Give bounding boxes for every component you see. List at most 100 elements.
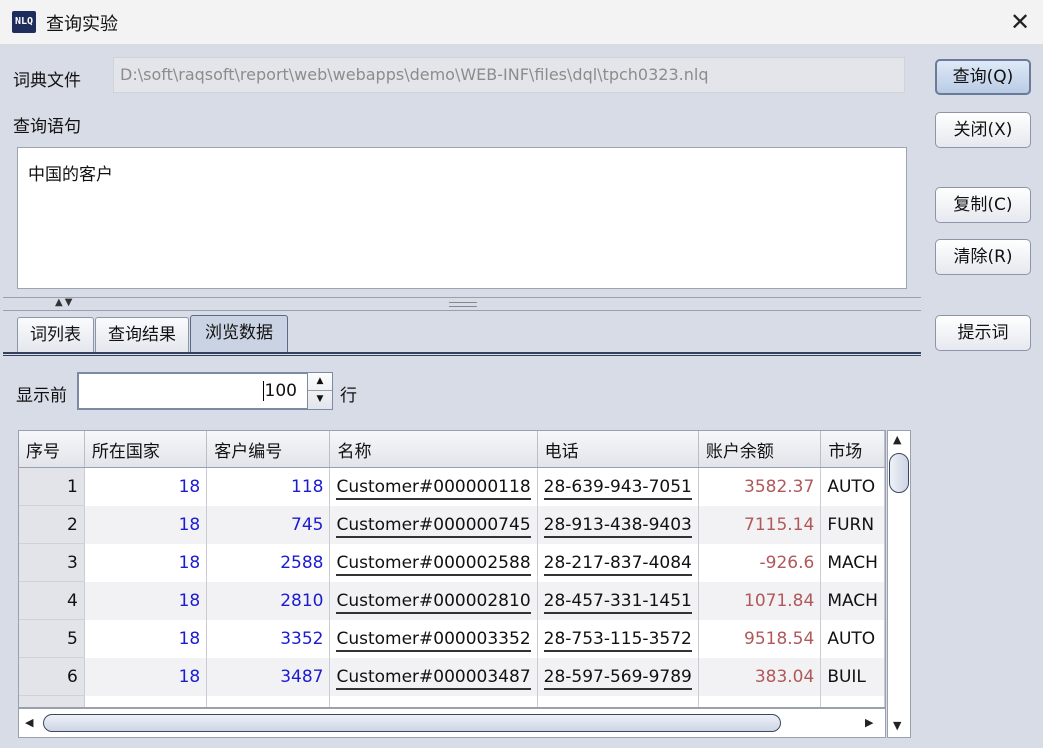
phone-cell[interactable]: 28-639-943-7051 xyxy=(537,467,699,506)
row-count-input[interactable]: 100 xyxy=(77,372,309,410)
clear-button[interactable]: 清除(R) xyxy=(935,239,1031,275)
horizontal-scrollbar[interactable]: ◀ ▶ xyxy=(18,708,886,738)
name-text: Customer#000003487 xyxy=(336,666,531,690)
spin-up-icon[interactable]: ▲ xyxy=(308,373,332,391)
row-index-cell[interactable]: 3 xyxy=(19,543,85,582)
phone-cell[interactable]: 28-597-569-9789 xyxy=(537,657,699,696)
query-label: 查询语句 xyxy=(13,117,81,137)
name-cell[interactable]: Customer#000003487 xyxy=(329,657,538,696)
name-cell[interactable]: Customer#000002588 xyxy=(329,543,538,582)
row-index-cell[interactable]: 6 xyxy=(19,657,85,696)
market-cell[interactable]: FURN xyxy=(820,505,885,544)
balance-cell[interactable]: 9518.54 xyxy=(698,619,822,658)
balance-cell[interactable]: 1071.84 xyxy=(698,581,822,620)
phone-cell[interactable]: 28-217-837-4084 xyxy=(537,543,699,582)
nation-cell[interactable]: 18 xyxy=(84,695,208,707)
customer-id-cell[interactable]: 118 xyxy=(206,467,331,506)
row-index-cell[interactable]: 4 xyxy=(19,581,85,620)
table-row[interactable]: 1 18 118 Customer#000000118 28-639-943-7051 3… xyxy=(19,467,885,506)
phone-cell[interactable]: 28-753-115-3572 xyxy=(537,619,699,658)
market-cell[interactable]: AUTO xyxy=(820,619,885,658)
column-header[interactable]: 所在国家 xyxy=(84,431,208,468)
customer-id-cell[interactable]: 4459 xyxy=(206,695,331,707)
table-row[interactable]: 6 18 3487 Customer#000003487 28-597-569-9789… xyxy=(19,657,885,696)
table-row[interactable]: 4 18 2810 Customer#000002810 28-457-331-1451… xyxy=(19,581,885,620)
row-index-cell[interactable]: 5 xyxy=(19,619,85,658)
market-cell[interactable]: MACH xyxy=(820,543,885,582)
market-cell[interactable]: MACH xyxy=(820,581,885,620)
scroll-down-icon[interactable]: ▼ xyxy=(893,719,901,732)
name-cell[interactable]: Customer#000003352 xyxy=(329,619,538,658)
query-button[interactable]: 查询(Q) xyxy=(935,59,1031,95)
tab-word-list[interactable]: 词列表 xyxy=(17,317,94,353)
balance-cell[interactable]: 3582.37 xyxy=(698,467,822,506)
market-cell[interactable]: AUTO xyxy=(820,695,885,707)
column-header[interactable]: 客户编号 xyxy=(206,431,331,468)
nation-cell[interactable]: 18 xyxy=(84,543,208,582)
dialog-content: 词典文件 D:\soft\raqsoft\report\web\webapps\… xyxy=(0,45,1043,748)
column-header[interactable]: 名称 xyxy=(329,431,538,468)
table-row[interactable]: 7184459Customer#00000445928-138-174-2694… xyxy=(19,695,885,707)
row-count-stepper[interactable]: ▲ ▼ xyxy=(307,372,333,410)
table-row[interactable]: 2 18 745 Customer#000000745 28-913-438-9403 7… xyxy=(19,505,885,544)
show-first-label: 显示前 xyxy=(16,386,67,406)
nation-cell[interactable]: 18 xyxy=(84,467,208,506)
horizontal-scroll-thumb[interactable] xyxy=(43,714,781,732)
phone-cell[interactable]: 28-138-174-2694 xyxy=(537,695,699,707)
name-cell[interactable]: Customer#000002810 xyxy=(329,581,538,620)
scroll-left-icon[interactable]: ◀ xyxy=(25,716,33,729)
nation-cell[interactable]: 18 xyxy=(84,581,208,620)
market-cell[interactable]: AUTO xyxy=(820,467,885,506)
balance-cell[interactable]: 383.04 xyxy=(698,657,822,696)
customer-id-cell[interactable]: 2810 xyxy=(206,581,331,620)
copy-button[interactable]: 复制(C) xyxy=(935,187,1031,223)
nation-cell[interactable]: 18 xyxy=(84,505,208,544)
balance-cell[interactable]: -926.6 xyxy=(698,543,822,582)
scroll-right-icon[interactable]: ▶ xyxy=(865,716,873,729)
market-cell[interactable]: BUIL xyxy=(820,657,885,696)
table-header-row: 序号 所在国家 客户编号 名称 电话 账户余额 市场 xyxy=(19,431,885,468)
data-grid[interactable]: 序号 所在国家 客户编号 名称 电话 账户余额 市场 1 18 118 Customer#0000… xyxy=(18,430,886,708)
customer-id-cell[interactable]: 3487 xyxy=(206,657,331,696)
dict-file-label: 词典文件 xyxy=(13,71,81,91)
close-button[interactable]: 关闭(X) xyxy=(935,112,1031,148)
rows-suffix-label: 行 xyxy=(340,386,357,406)
name-cell[interactable]: Customer#000000745 xyxy=(329,505,538,544)
nation-cell[interactable]: 18 xyxy=(84,657,208,696)
balance-cell[interactable]: 2289.5 xyxy=(698,695,822,707)
phone-text: 28-597-569-9789 xyxy=(543,666,692,690)
hint-words-button[interactable]: 提示词 xyxy=(935,315,1031,351)
scroll-up-icon[interactable]: ▲ xyxy=(893,433,901,446)
query-textarea[interactable]: 中国的客户 xyxy=(17,147,907,289)
vertical-scrollbar[interactable]: ▲ ▼ xyxy=(887,430,911,738)
table-row[interactable]: 3 18 2588 Customer#000002588 28-217-837-4084… xyxy=(19,543,885,582)
name-cell[interactable]: Customer#000004459 xyxy=(329,695,538,707)
name-cell[interactable]: Customer#000000118 xyxy=(329,467,538,506)
column-header[interactable]: 市场 xyxy=(820,431,885,468)
spin-down-icon[interactable]: ▼ xyxy=(308,391,332,408)
column-header[interactable]: 账户余额 xyxy=(698,431,822,468)
tab-browse-data[interactable]: 浏览数据 xyxy=(190,315,288,353)
collapse-arrows-icon[interactable]: ▲▼ xyxy=(55,297,74,308)
dict-file-field[interactable]: D:\soft\raqsoft\report\web\webapps\demo\… xyxy=(113,57,905,93)
phone-cell[interactable]: 28-913-438-9403 xyxy=(537,505,699,544)
column-header[interactable]: 电话 xyxy=(537,431,699,468)
table-row[interactable]: 5 18 3352 Customer#000003352 28-753-115-3572… xyxy=(19,619,885,658)
phone-cell[interactable]: 28-457-331-1451 xyxy=(537,581,699,620)
nation-cell[interactable]: 18 xyxy=(84,619,208,658)
row-index-cell[interactable]: 7 xyxy=(19,695,85,707)
customer-id-cell[interactable]: 745 xyxy=(206,505,331,544)
name-text: Customer#000000745 xyxy=(336,514,531,538)
vertical-scroll-thumb[interactable] xyxy=(889,453,909,493)
split-grip-icon[interactable] xyxy=(449,302,477,307)
split-divider[interactable]: ▲▼ xyxy=(3,297,921,311)
row-index-cell[interactable]: 1 xyxy=(19,467,85,506)
customer-id-cell[interactable]: 3352 xyxy=(206,619,331,658)
row-index-cell[interactable]: 2 xyxy=(19,505,85,544)
phone-text: 28-753-115-3572 xyxy=(543,628,692,652)
tab-query-result[interactable]: 查询结果 xyxy=(95,317,189,353)
customer-id-cell[interactable]: 2588 xyxy=(206,543,331,582)
close-window-icon[interactable]: ✕ xyxy=(997,0,1043,44)
column-header[interactable]: 序号 xyxy=(19,431,85,468)
balance-cell[interactable]: 7115.14 xyxy=(698,505,822,544)
